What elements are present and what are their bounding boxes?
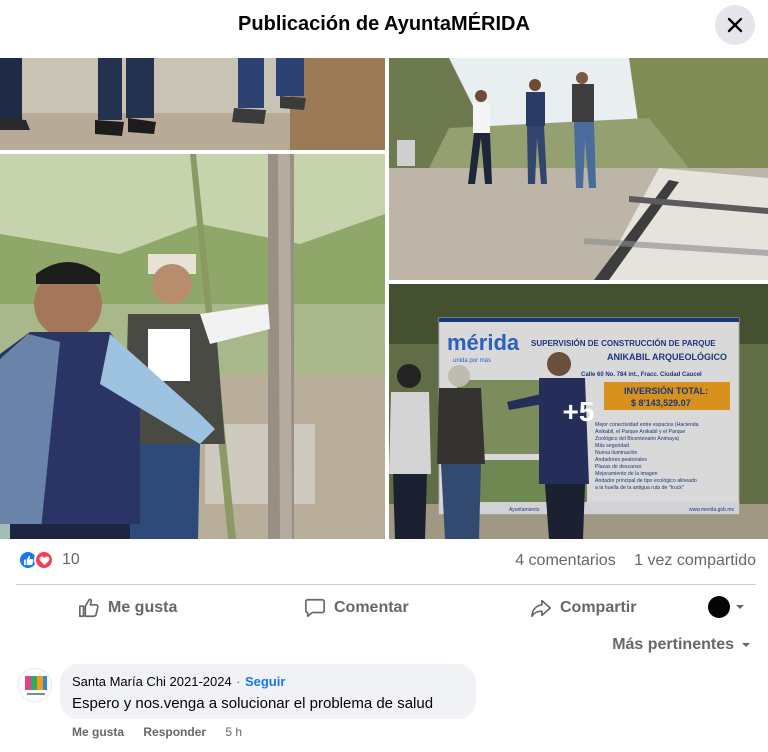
post-actions: Me gusta Comentar Compartir bbox=[16, 590, 756, 626]
photo-grid: mérida unida por más SUPERVISIÓN DE CONS… bbox=[0, 58, 768, 539]
thumbs-up-icon bbox=[79, 598, 99, 618]
comments-count-link[interactable]: 4 comentarios bbox=[515, 552, 616, 569]
separator-dot: · bbox=[236, 674, 241, 689]
post-stats: 10 4 comentarios 1 vez compartido bbox=[0, 548, 768, 576]
caret-down-icon bbox=[736, 605, 744, 609]
dialog-title: Publicación de AyuntaMÉRIDA bbox=[238, 13, 530, 35]
more-photos-count: +5 bbox=[562, 395, 595, 427]
share-icon bbox=[531, 599, 551, 618]
photo-tree-inspection[interactable] bbox=[0, 154, 385, 539]
reactions-summary[interactable]: 10 bbox=[18, 550, 80, 570]
divider bbox=[16, 584, 756, 585]
like-button-label: Me gusta bbox=[108, 599, 178, 616]
more-photos-overlay[interactable]: +5 bbox=[389, 284, 768, 539]
photo-project-sign[interactable]: mérida unida por más SUPERVISIÓN DE CONS… bbox=[389, 284, 768, 539]
post-dialog-header: Publicación de AyuntaMÉRIDA bbox=[0, 0, 768, 56]
comment-reply-link[interactable]: Responder bbox=[143, 725, 206, 739]
like-button[interactable]: Me gusta bbox=[78, 590, 177, 626]
comment-icon bbox=[305, 598, 325, 618]
profile-avatar bbox=[708, 596, 730, 618]
comment-bubble: Santa María Chi 2021-2024 · Seguir Esper… bbox=[60, 664, 476, 719]
commenter-avatar[interactable] bbox=[18, 668, 52, 702]
reaction-count: 10 bbox=[62, 551, 80, 568]
follow-button[interactable]: Seguir bbox=[245, 674, 285, 689]
comment-sort-dropdown[interactable]: Más pertinentes bbox=[612, 636, 752, 654]
close-icon bbox=[727, 17, 743, 33]
engagement-counts: 4 comentarios 1 vez compartido bbox=[515, 552, 756, 570]
comment-sort-label: Más pertinentes bbox=[612, 636, 734, 653]
photo-feet[interactable] bbox=[0, 58, 385, 150]
comment-text: Espero y nos.venga a solucionar el probl… bbox=[72, 695, 434, 712]
comment-like-link[interactable]: Me gusta bbox=[72, 725, 124, 739]
shares-count-link[interactable]: 1 vez compartido bbox=[634, 552, 756, 569]
comment-timestamp[interactable]: 5 h bbox=[225, 725, 242, 739]
caret-down-icon bbox=[742, 643, 750, 647]
comment-meta: Me gusta Responder 5 h bbox=[72, 725, 242, 739]
photo-rail-walk[interactable] bbox=[389, 58, 768, 280]
commenter-name[interactable]: Santa María Chi 2021-2024 bbox=[72, 674, 232, 689]
share-button-label: Compartir bbox=[560, 599, 637, 616]
love-icon bbox=[34, 550, 54, 570]
profile-selector[interactable] bbox=[708, 596, 746, 618]
close-button[interactable] bbox=[715, 5, 755, 45]
share-button[interactable]: Compartir bbox=[530, 590, 636, 626]
comment-button-label: Comentar bbox=[334, 599, 409, 616]
comment-button[interactable]: Comentar bbox=[304, 590, 409, 626]
